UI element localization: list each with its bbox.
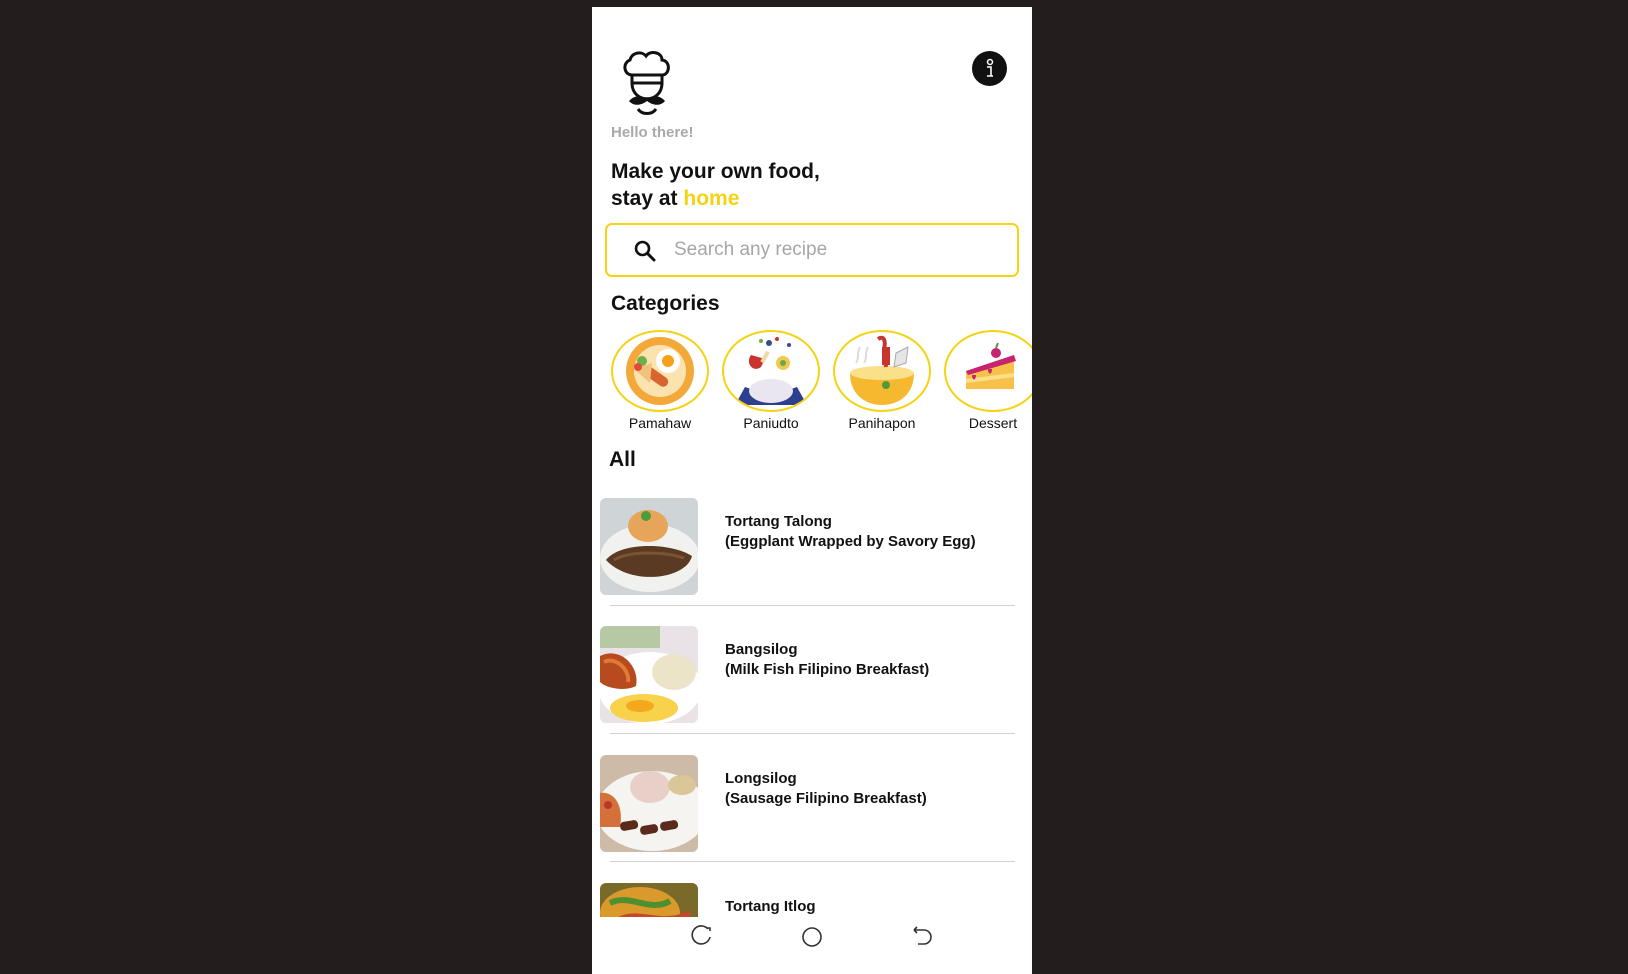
divider: [610, 733, 1015, 734]
home-circle-icon[interactable]: [800, 925, 824, 949]
recipe-thumbnail: [600, 755, 698, 852]
chef-hat-mustache-icon: [623, 51, 670, 115]
category-pamahaw-image: [611, 330, 709, 412]
back-icon[interactable]: [910, 925, 934, 949]
lunch-rice-chicken-icon: [735, 337, 807, 405]
search-input[interactable]: [674, 235, 994, 265]
headline-prefix: stay at: [611, 187, 684, 210]
headline-accent: home: [683, 187, 740, 210]
recipe-name: Longsilog: [725, 770, 797, 787]
category-dessert[interactable]: Dessert: [943, 330, 1032, 431]
recipe-item[interactable]: Bangsilog (Milk Fish Filipino Breakfast): [600, 626, 1020, 724]
recipe-title: Bangsilog (Milk Fish Filipino Breakfast): [725, 640, 1015, 680]
recipe-name: Tortang Talong: [725, 513, 832, 530]
divider: [610, 861, 1015, 862]
recipe-name: Tortang Itlog: [725, 898, 816, 915]
page-headline: Make your own food, stay at home: [611, 158, 820, 212]
category-label: Pamahaw: [628, 415, 692, 431]
recipe-title: Longsilog (Sausage Filipino Breakfast): [725, 769, 1015, 809]
breakfast-plate-icon: [626, 337, 694, 405]
categories-title: Categories: [611, 292, 720, 315]
recent-apps-icon[interactable]: [690, 925, 714, 949]
headline-line-2: stay at home: [611, 185, 820, 212]
category-panihapon[interactable]: Panihapon: [832, 330, 932, 431]
cake-slice-icon: [966, 342, 1016, 389]
info-icon: [986, 58, 993, 77]
divider: [610, 605, 1015, 606]
recipe-subtitle: (Sausage Filipino Breakfast): [725, 790, 927, 807]
all-title: All: [609, 448, 636, 471]
dinner-soup-bowl-icon: [850, 335, 914, 405]
recipe-subtitle: (Eggplant Wrapped by Savory Egg): [725, 533, 976, 550]
phone-screen: Hello there! Make your own food, stay at…: [592, 7, 1032, 974]
category-paniudto[interactable]: Paniudto: [721, 330, 821, 431]
search-icon[interactable]: [633, 239, 657, 263]
greeting-text: Hello there!: [611, 124, 694, 141]
recipe-thumbnail: [600, 498, 698, 595]
category-dessert-image: [944, 330, 1032, 412]
recipe-thumbnail: [600, 626, 698, 723]
category-pamahaw[interactable]: Pamahaw: [610, 330, 710, 431]
category-label: Panihapon: [848, 415, 916, 431]
recipe-item[interactable]: Longsilog (Sausage Filipino Breakfast): [600, 755, 1020, 853]
system-navigation-bar: [592, 917, 1032, 974]
category-panihapon-image: [833, 330, 931, 412]
category-label: Paniudto: [743, 415, 799, 431]
recipe-name: Bangsilog: [725, 641, 798, 658]
headline-line-1: Make your own food,: [611, 160, 820, 183]
recipe-item[interactable]: Tortang Talong (Eggplant Wrapped by Savo…: [600, 498, 1020, 596]
recipe-title: Tortang Itlog: [725, 897, 1015, 917]
category-paniudto-image: [722, 330, 820, 412]
info-button[interactable]: [972, 51, 1007, 86]
search-bar[interactable]: [605, 223, 1019, 277]
recipe-title: Tortang Talong (Eggplant Wrapped by Savo…: [725, 512, 1015, 552]
category-label: Dessert: [968, 415, 1018, 431]
recipe-subtitle: (Milk Fish Filipino Breakfast): [725, 661, 930, 678]
